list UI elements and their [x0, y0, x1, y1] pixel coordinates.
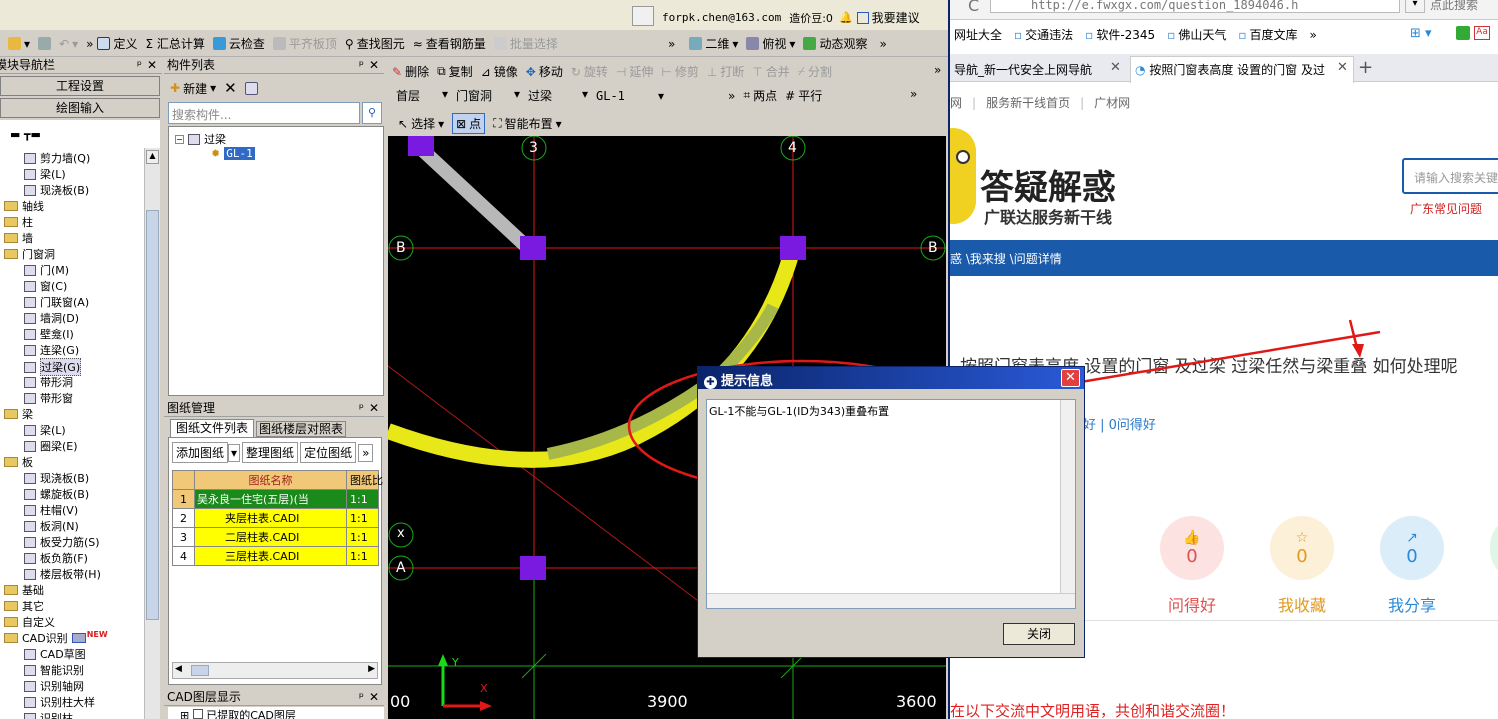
dialog-message: GL-1不能与GL-1(ID为343)重叠布置 — [709, 405, 890, 418]
dialog-vscroll[interactable] — [1060, 400, 1075, 593]
message-box[interactable]: GL-1不能与GL-1(ID为343)重叠布置 — [706, 399, 1076, 609]
red-arrowhead-2 — [1352, 344, 1364, 358]
dialog-close-button[interactable]: 关闭 — [1003, 623, 1075, 645]
dialog-hscroll[interactable] — [707, 593, 1075, 608]
info-icon: ✚ — [704, 376, 717, 389]
info-dialog: ✚ 提示信息 ✕ GL-1不能与GL-1(ID为343)重叠布置 关闭 — [697, 366, 1085, 658]
dialog-titlebar: ✚ 提示信息 — [698, 367, 1084, 389]
dialog-close-icon[interactable]: ✕ — [1061, 369, 1080, 387]
